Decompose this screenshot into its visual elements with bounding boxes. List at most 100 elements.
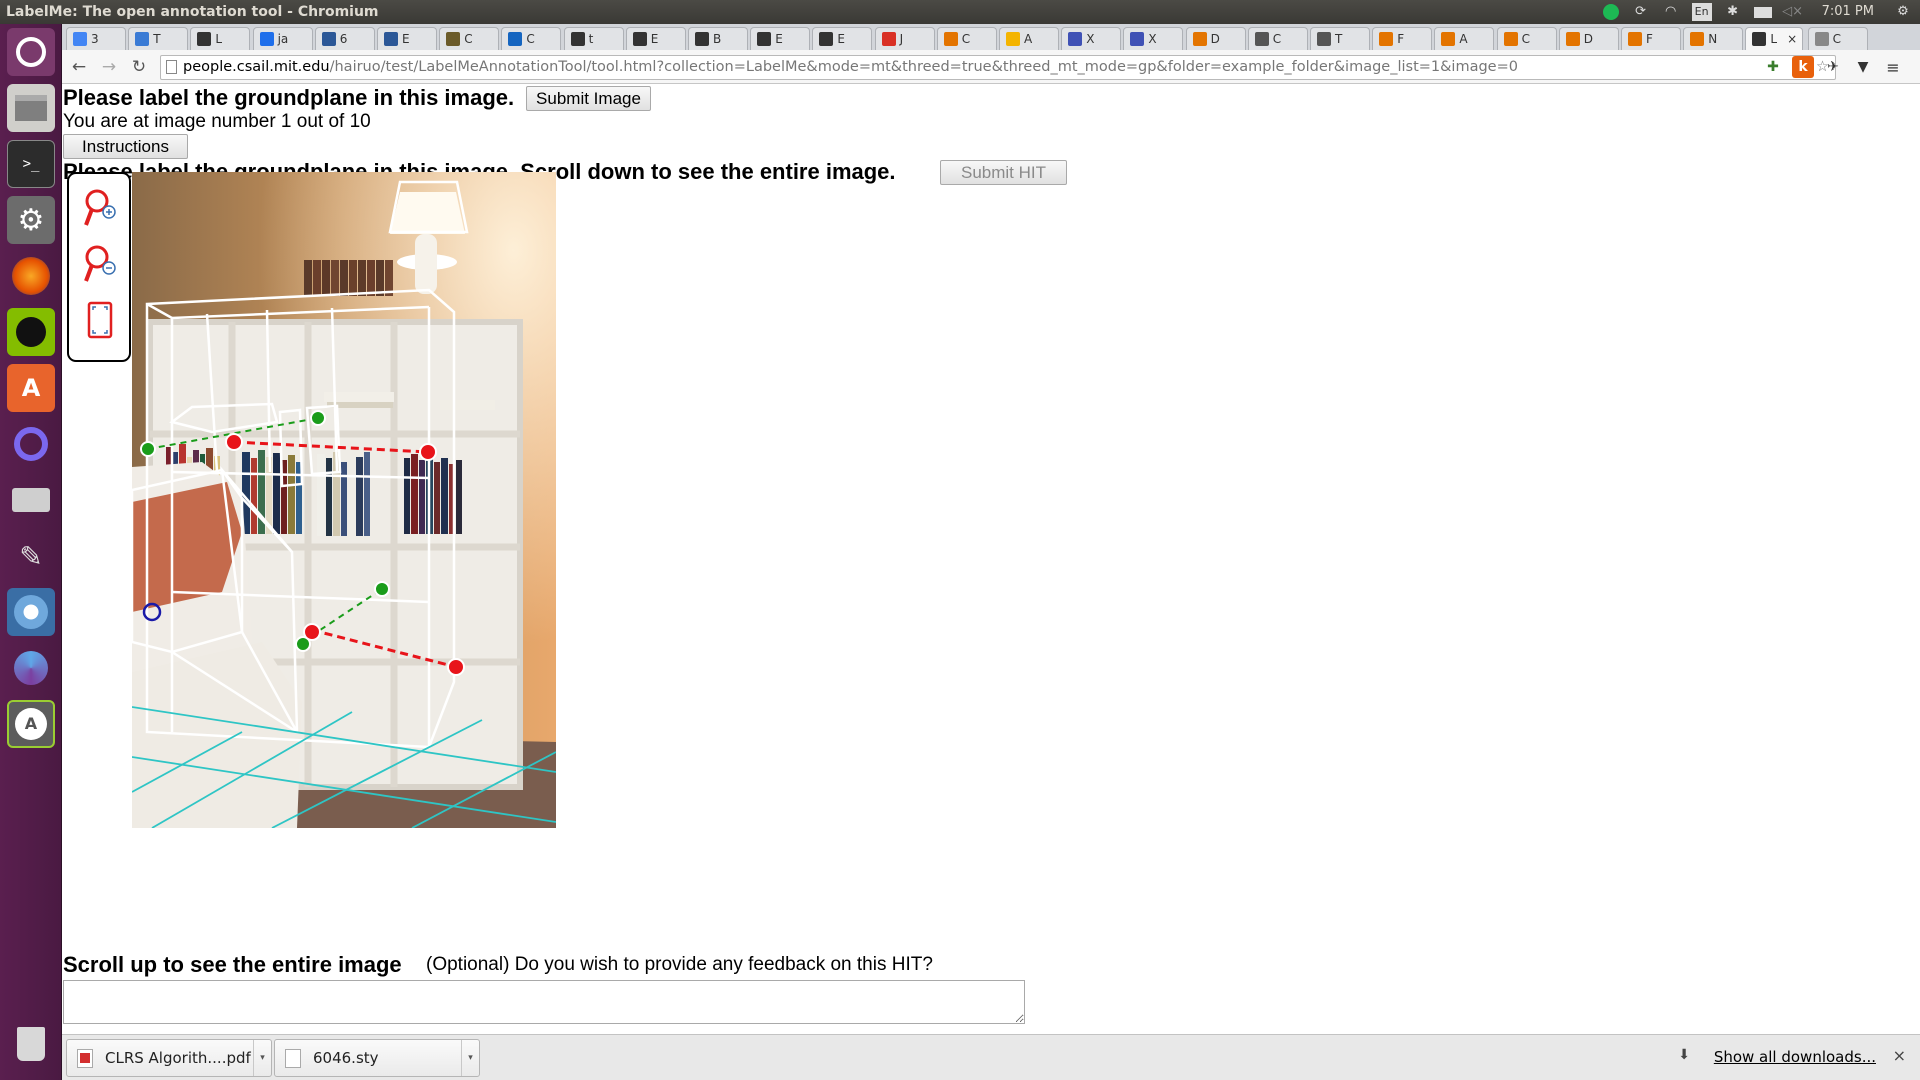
tab-label: F xyxy=(1646,32,1653,46)
sync-icon[interactable]: ⟳ xyxy=(1632,3,1650,21)
browser-tab[interactable]: C xyxy=(501,27,562,50)
chromium-icon[interactable] xyxy=(7,588,55,636)
browser-tab[interactable]: N xyxy=(1683,27,1744,50)
forward-button[interactable]: → xyxy=(97,56,121,78)
download-item-pdf[interactable]: CLRS Algorith....pdf ▾ xyxy=(66,1039,272,1077)
bluetooth-icon[interactable]: ✱ xyxy=(1724,3,1742,21)
show-all-downloads-link[interactable]: Show all downloads... xyxy=(1714,1048,1876,1066)
back-button[interactable]: ← xyxy=(67,56,91,78)
submit-image-button[interactable]: Submit Image xyxy=(526,86,651,111)
system-tray: ⟳ ◠ En ✱ ◁× 7:01 PM ⚙ xyxy=(1602,0,1912,24)
keyboard-layout[interactable]: En xyxy=(1691,3,1712,21)
page-icon xyxy=(166,60,177,74)
tab-label: N xyxy=(1708,32,1718,46)
firefox-icon[interactable] xyxy=(7,252,55,300)
browser-tab[interactable]: A xyxy=(999,27,1059,50)
browser-tab[interactable]: ja xyxy=(252,27,313,50)
tab-favicon-icon xyxy=(1379,32,1394,46)
browser-tab[interactable]: t xyxy=(563,27,624,50)
browser-tab[interactable]: X xyxy=(1061,27,1122,50)
menu-icon[interactable]: ≡ xyxy=(1882,56,1904,78)
browser-tab[interactable]: C xyxy=(1807,27,1868,50)
room-photo-with-annotations[interactable] xyxy=(132,172,556,828)
address-bar[interactable]: people.csail.mit.edu/hairuo/test/LabelMe… xyxy=(160,55,1836,80)
browser-tab[interactable]: E xyxy=(750,27,811,50)
fit-to-screen-icon[interactable] xyxy=(83,300,117,340)
tab-label: E xyxy=(837,32,845,46)
browser-tab[interactable]: T xyxy=(128,27,189,50)
browser-tab[interactable]: E xyxy=(377,27,437,50)
tab-active[interactable]: L × xyxy=(1745,27,1804,50)
tab-favicon-icon xyxy=(1752,32,1767,46)
browser-tab[interactable]: 3 xyxy=(66,27,126,50)
zoom-in-icon[interactable] xyxy=(83,188,117,228)
annotation-image[interactable] xyxy=(132,172,556,828)
disk-drive-icon[interactable] xyxy=(7,476,55,524)
software-center-icon[interactable]: A xyxy=(7,364,55,412)
download-item-sty[interactable]: 6046.sty ▾ xyxy=(274,1039,480,1077)
browser-tab[interactable]: B xyxy=(688,27,748,50)
tab-label: J xyxy=(899,32,904,46)
tab-label: D xyxy=(1210,32,1220,46)
software-updater-icon[interactable]: A xyxy=(7,700,55,748)
extension-badge-icon[interactable]: ✈ xyxy=(1822,56,1844,78)
browser-tab[interactable]: F xyxy=(1621,27,1681,50)
system-settings-icon[interactable]: ⚙ xyxy=(7,196,55,244)
browser-tab[interactable]: C xyxy=(1496,27,1557,50)
text-editor-icon[interactable]: ✎ xyxy=(7,532,55,580)
tab-favicon-icon xyxy=(943,32,958,46)
terminal-icon[interactable]: >_ xyxy=(7,140,55,188)
browser-toolbar: ← → ↻ people.csail.mit.edu/hairuo/test/L… xyxy=(62,50,1920,84)
download-options-chevron-icon[interactable]: ▾ xyxy=(461,1040,479,1076)
browser-tab[interactable]: A xyxy=(1434,27,1495,50)
ubuntu-dash-icon[interactable] xyxy=(7,28,55,76)
volume-muted-icon[interactable]: ◁× xyxy=(1782,3,1803,21)
browser-tab[interactable]: E xyxy=(812,27,873,50)
close-download-shelf-icon[interactable]: × xyxy=(1893,1046,1906,1065)
instructions-button[interactable]: Instructions xyxy=(63,134,188,159)
tab-favicon-icon xyxy=(1503,32,1518,46)
spotify-indicator-icon[interactable] xyxy=(1602,3,1620,21)
extension-puzzle-icon[interactable]: ✚ xyxy=(1762,56,1784,78)
klout-extension-icon[interactable]: k xyxy=(1792,56,1814,78)
browser-tab[interactable]: J xyxy=(874,27,935,50)
browser-tab[interactable]: C xyxy=(439,27,500,50)
clock[interactable]: 7:01 PM xyxy=(1822,0,1874,24)
tab-favicon-icon xyxy=(1317,32,1331,46)
browser-tab[interactable]: 6 xyxy=(314,27,375,50)
tab-favicon-icon xyxy=(1254,32,1269,46)
browser-tab[interactable]: X xyxy=(1123,27,1184,50)
browser-tab[interactable]: F xyxy=(1372,27,1433,50)
settings-gear-icon[interactable]: ⚙ xyxy=(1894,3,1912,21)
wifi-icon[interactable]: ◠ xyxy=(1662,3,1680,21)
browser-tab[interactable]: C xyxy=(936,27,997,50)
zoom-tool-panel xyxy=(67,172,131,362)
reload-button[interactable]: ↻ xyxy=(127,56,151,78)
files-icon[interactable] xyxy=(7,84,55,132)
browser-tab[interactable]: C xyxy=(1247,27,1308,50)
download-options-chevron-icon[interactable]: ▾ xyxy=(253,1040,271,1076)
browser-tab[interactable]: D xyxy=(1185,27,1246,50)
image-counter: You are at image number 1 out of 10 xyxy=(63,111,371,132)
browser-tab[interactable]: L xyxy=(190,27,251,50)
tab-label: X xyxy=(1086,32,1095,46)
browser-tab[interactable]: D xyxy=(1558,27,1619,50)
unity-tweak-icon[interactable] xyxy=(7,420,55,468)
download-arrow-icon: ⬇ xyxy=(1678,1047,1690,1063)
spotify-icon[interactable] xyxy=(7,308,55,356)
browser-tab[interactable]: T xyxy=(1310,27,1370,50)
trash-icon[interactable] xyxy=(7,1020,55,1068)
tab-label: t xyxy=(588,32,594,46)
zoom-out-icon[interactable] xyxy=(83,244,117,284)
tab-favicon-icon xyxy=(384,32,398,46)
feedback-textarea[interactable] xyxy=(63,980,1025,1024)
tab-label: D xyxy=(1583,32,1594,46)
pocket-icon[interactable]: ▼ xyxy=(1852,56,1874,78)
tab-close-icon[interactable]: × xyxy=(1787,32,1797,46)
submit-hit-button[interactable]: Submit HIT xyxy=(940,160,1067,185)
browser-tab[interactable]: E xyxy=(625,27,686,50)
battery-icon[interactable] xyxy=(1753,3,1772,21)
shutter-icon[interactable] xyxy=(7,644,55,692)
tab-favicon-icon xyxy=(197,32,212,46)
pdf-file-icon xyxy=(77,1049,93,1068)
